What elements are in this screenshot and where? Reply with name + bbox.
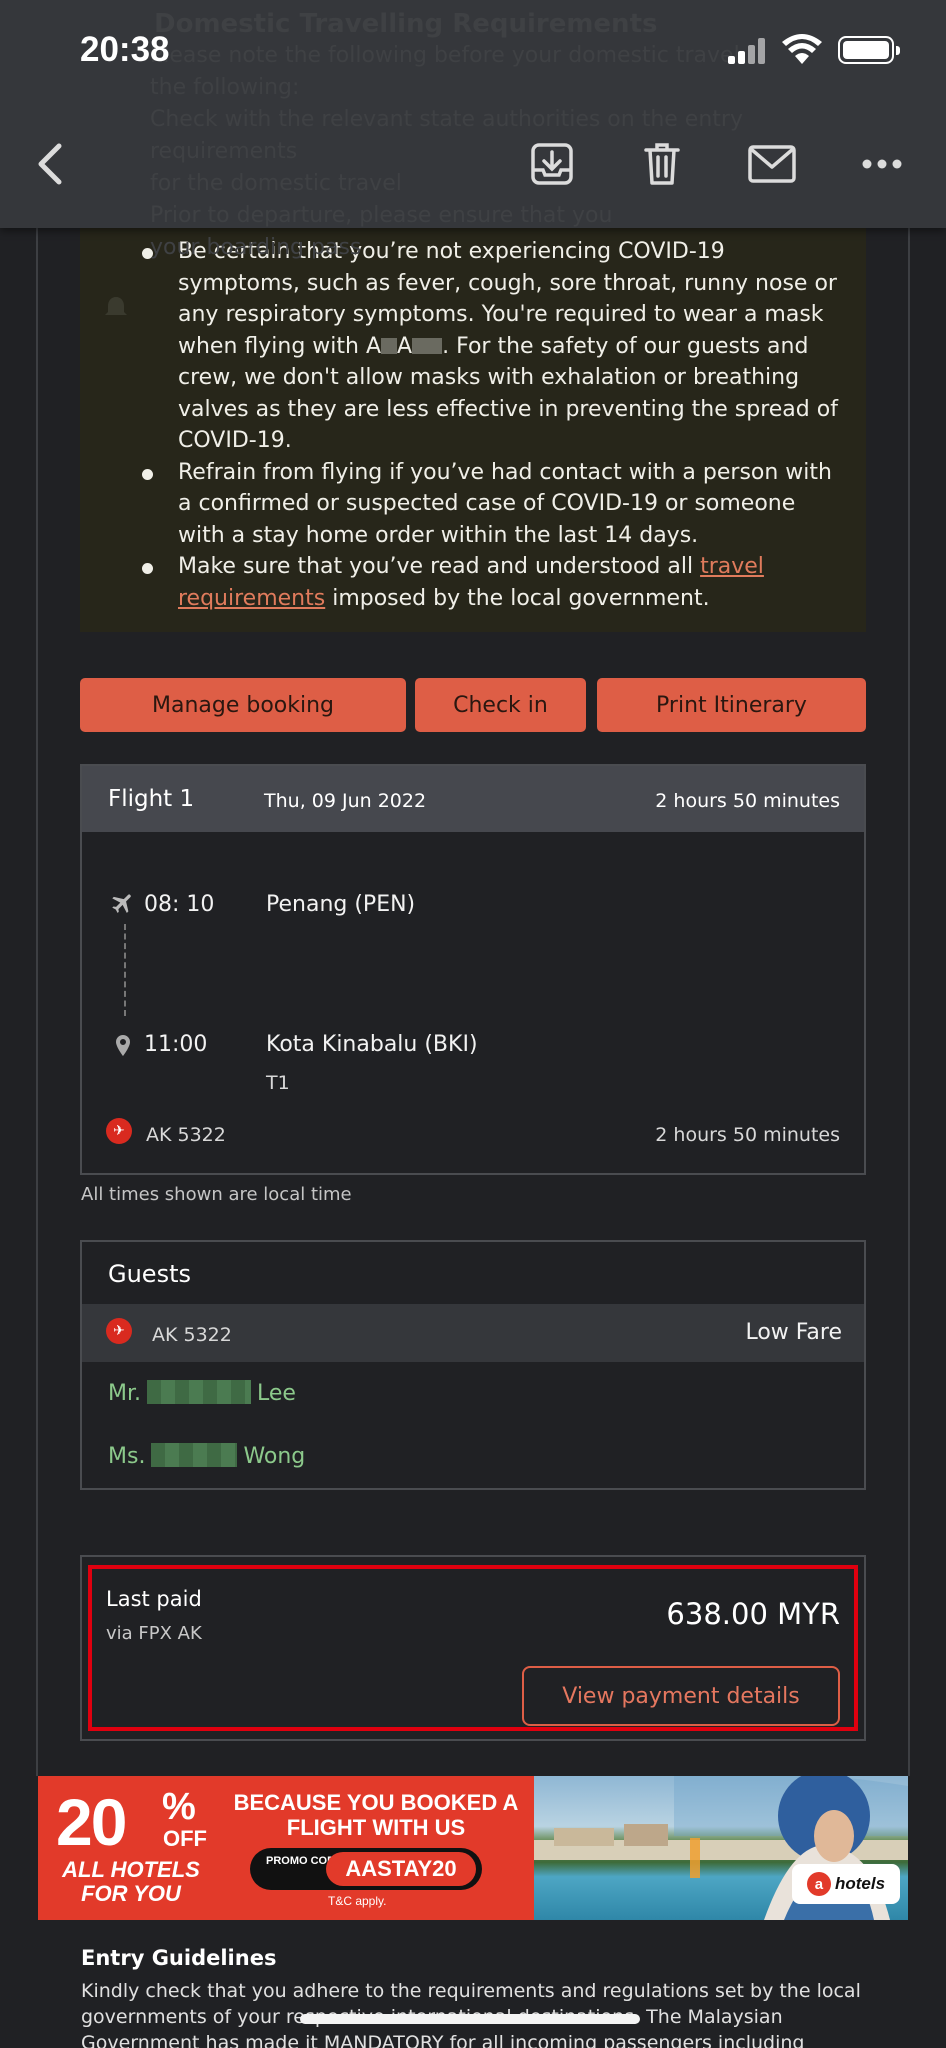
payment-method: via FPX AK (106, 1623, 202, 1644)
chevron-left-icon (38, 143, 62, 185)
manage-booking-button[interactable]: Manage booking (80, 678, 406, 732)
notice-list: Be certain that you’re not experiencing … (142, 236, 842, 614)
arrive-time: 11:00 (144, 1032, 208, 1057)
banner-off: OFF (163, 1826, 207, 1851)
arrive-airport: Kota Kinabalu (BKI) (266, 1032, 478, 1057)
flight-duration-footer: 2 hours 50 minutes (655, 1124, 840, 1146)
archive-icon (531, 143, 573, 185)
guests-flight-number: AK 5322 (152, 1324, 232, 1346)
more-button[interactable] (854, 136, 910, 192)
redacted-text (151, 1443, 238, 1467)
battery-icon (838, 36, 900, 64)
hotels-logo-mark: a (806, 1872, 831, 1896)
guests-flight-row: ✈ AK 5322 Low Fare (82, 1304, 864, 1362)
cellular-signal-icon (728, 38, 766, 64)
flight-duration: 2 hours 50 minutes (655, 790, 840, 812)
depart-airport: Penang (PEN) (266, 892, 416, 917)
app-toolbar: Domestic Travelling Requirements Please … (0, 0, 946, 260)
hotel-promo-banner[interactable]: 20 % OFF ALL HOTELS FOR YOU BECAUSE YOU … (38, 1776, 908, 1920)
view-payment-details-button[interactable]: View payment details (522, 1666, 840, 1726)
more-horizontal-icon (862, 159, 902, 169)
bell-icon (105, 297, 127, 315)
terms-note: T&C apply. (328, 1894, 387, 1908)
airline-logo-icon: ✈ (106, 1318, 132, 1344)
notice-item: Make sure that you’ve read and understoo… (142, 551, 842, 614)
flight-number: AK 5322 (146, 1124, 226, 1146)
archive-button[interactable] (524, 136, 580, 192)
banner-red-panel: 20 % OFF ALL HOTELS FOR YOU BECAUSE YOU … (38, 1776, 534, 1920)
mail-button[interactable] (744, 136, 800, 192)
resort-photo: a hotels (534, 1776, 908, 1920)
terminal: T1 (266, 1072, 290, 1094)
guest-name: Mr. Lee (108, 1380, 296, 1406)
delete-button[interactable] (634, 136, 690, 192)
back-button[interactable] (22, 136, 78, 192)
redacted-text (147, 1380, 251, 1404)
flight-card: Flight 1 Thu, 09 Jun 2022 2 hours 50 min… (80, 764, 866, 1175)
promo-code: AASTAY20 (326, 1852, 476, 1886)
depart-time: 08: 10 (144, 892, 215, 917)
home-indicator (300, 2014, 640, 2024)
banner-percent-sign: % (162, 1786, 196, 1828)
airline-logo-icon: ✈ (106, 1118, 132, 1144)
hotels-logo-text: hotels (834, 1874, 886, 1893)
banner-percent: 20 (56, 1785, 127, 1859)
payment-amount: 638.00 MYR (666, 1597, 840, 1631)
entry-title: Entry Guidelines (81, 1946, 277, 1970)
mail-icon (748, 145, 796, 183)
redacted-text (381, 337, 398, 354)
banner-all-hotels: ALL HOTELS FOR YOU (62, 1857, 200, 1906)
flight-date: Thu, 09 Jun 2022 (264, 790, 427, 812)
promo-code-pill: PROMO CODE AASTAY20 (250, 1848, 482, 1890)
plane-icon (112, 894, 131, 913)
check-in-button[interactable]: Check in (415, 678, 586, 732)
print-itinerary-button[interactable]: Print Itinerary (597, 678, 866, 732)
entry-guidelines: Entry Guidelines Kindly check that you a… (81, 1946, 871, 2048)
local-time-note: All times shown are local time (81, 1184, 352, 1205)
trash-icon (644, 143, 680, 185)
flight-header: Flight 1 Thu, 09 Jun 2022 2 hours 50 min… (82, 766, 864, 832)
guest-name: Ms. Wong (108, 1443, 306, 1469)
banner-headline: BECAUSE YOU BOOKED A FLIGHT WITH US (233, 1790, 519, 1840)
status-time: 20:38 (80, 30, 170, 69)
guests-card: Guests ✈ AK 5322 Low Fare Mr. Lee Ms. Wong (80, 1240, 866, 1490)
notice-item: Refrain from flying if you’ve had contac… (142, 457, 842, 552)
payment-highlight: Last paid via FPX AK 638.00 MYR View pay… (88, 1565, 858, 1731)
payment-label: Last paid (106, 1587, 202, 1611)
guests-title: Guests (108, 1260, 191, 1288)
fare-type: Low Fare (745, 1320, 842, 1345)
flight-title: Flight 1 (108, 786, 195, 812)
entry-body: Kindly check that you adhere to the requ… (81, 1980, 861, 2048)
wifi-icon (782, 34, 822, 64)
hotels-logo: a hotels (792, 1864, 900, 1904)
redacted-text (412, 337, 443, 354)
route-line (124, 924, 126, 1016)
location-pin-icon (116, 1035, 130, 1056)
notice-item: Be certain that you’re not experiencing … (142, 236, 842, 457)
